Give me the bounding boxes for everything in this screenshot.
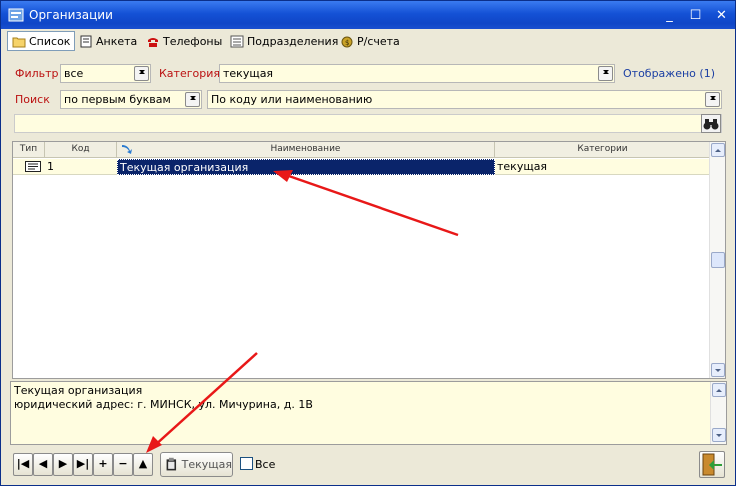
col-category[interactable]: Категории <box>495 142 710 158</box>
window: Организации _ ☐ ✕ Список Анкета Телефоны… <box>0 0 736 486</box>
memo-scrollbar[interactable] <box>710 382 726 444</box>
details-memo[interactable]: Текущая организация юридический адрес: г… <box>10 381 727 445</box>
col-name-label: Наименование <box>270 144 341 154</box>
search-mode-value: по первым буквам <box>64 93 171 106</box>
search-field-select[interactable]: По коду или наименованию <box>207 90 722 109</box>
updown-icon[interactable] <box>185 92 200 107</box>
tab-accounts[interactable]: $ Р/счета <box>336 31 404 51</box>
card-icon <box>25 161 41 172</box>
money-icon: $ <box>341 36 353 47</box>
next-record-button[interactable]: ▶ <box>53 453 73 476</box>
tab-profile-label: Анкета <box>96 34 138 48</box>
all-checkbox[interactable] <box>240 457 253 470</box>
tab-phones-label: Телефоны <box>163 34 223 48</box>
updown-icon[interactable] <box>598 66 613 81</box>
col-name[interactable]: Наименование <box>117 142 495 158</box>
updown-icon[interactable] <box>134 66 149 81</box>
filter-label: Фильтр <box>15 67 59 80</box>
tab-divisions-label: Подразделения <box>247 34 339 48</box>
scroll-thumb[interactable] <box>711 252 725 268</box>
last-record-button[interactable]: ▶| <box>73 453 93 476</box>
category-value: текущая <box>223 67 274 80</box>
row-code-cell: 1 <box>47 160 54 173</box>
organizations-grid[interactable]: Тип Код Наименование Категории 1 Текущая… <box>12 141 726 379</box>
move-up-button[interactable]: ▲ <box>133 453 153 476</box>
tab-accounts-label: Р/счета <box>357 34 400 48</box>
all-checkbox-label: Все <box>255 458 276 471</box>
titlebar: Организации _ ☐ ✕ <box>1 1 735 29</box>
maximize-icon: ☐ <box>689 8 702 23</box>
tab-profile[interactable]: Анкета <box>75 31 141 51</box>
row-type-cell <box>13 159 45 175</box>
memo-address: юридический адрес: г. МИНСК, ул. Мичурин… <box>14 398 313 411</box>
sort-icon <box>122 145 132 154</box>
find-button[interactable] <box>701 114 721 133</box>
scroll-down-icon[interactable] <box>711 363 725 377</box>
tab-list-label: Список <box>29 34 71 48</box>
list-icon <box>230 35 244 47</box>
close-icon: ✕ <box>716 8 727 23</box>
category-label: Категория <box>159 67 220 80</box>
scroll-up-icon[interactable] <box>711 143 725 157</box>
tab-divisions[interactable]: Подразделения <box>226 31 342 51</box>
maximize-button[interactable]: ☐ <box>685 6 706 25</box>
minimize-button[interactable]: _ <box>659 6 680 25</box>
tab-bar: Список Анкета Телефоны Подразделения $ Р… <box>1 29 735 53</box>
tab-phones[interactable]: Телефоны <box>142 31 226 51</box>
row-category-cell: текущая <box>497 160 548 173</box>
prev-record-button[interactable]: ◀ <box>33 453 53 476</box>
minimize-icon: _ <box>666 8 673 23</box>
current-button[interactable]: Текущая <box>160 452 233 477</box>
search-label: Поиск <box>15 93 50 106</box>
phone-icon <box>148 37 158 47</box>
col-code[interactable]: Код <box>45 142 117 158</box>
row-name-cell[interactable]: Текущая организация <box>117 159 495 175</box>
exit-door-icon <box>702 453 722 476</box>
search-mode-select[interactable]: по первым буквам <box>60 90 202 109</box>
grid-header: Тип Код Наименование Категории <box>13 142 710 158</box>
close-button[interactable]: ✕ <box>711 6 732 25</box>
book-icon <box>80 35 92 47</box>
app-icon <box>8 8 24 22</box>
binoculars-icon <box>703 119 719 130</box>
col-type[interactable]: Тип <box>13 142 45 158</box>
clipboard-icon <box>166 457 177 471</box>
exit-button[interactable] <box>699 451 725 478</box>
folder-icon <box>12 37 26 47</box>
search-input[interactable] <box>14 114 722 133</box>
window-title: Организации <box>29 8 113 22</box>
category-select[interactable]: текущая <box>219 64 615 83</box>
first-record-button[interactable]: |◀ <box>13 453 33 476</box>
updown-icon[interactable] <box>705 92 720 107</box>
shown-count: Отображено (1) <box>623 67 715 80</box>
table-row[interactable]: 1 Текущая организация текущая <box>13 159 710 175</box>
filter-select[interactable]: все <box>60 64 151 83</box>
filter-value: все <box>64 67 84 80</box>
scroll-down-icon[interactable] <box>712 428 726 442</box>
svg-text:$: $ <box>345 39 349 47</box>
grid-scrollbar[interactable] <box>709 142 725 378</box>
scroll-up-icon[interactable] <box>712 383 726 397</box>
current-button-label: Текущая <box>181 458 232 471</box>
tab-list[interactable]: Список <box>7 31 76 51</box>
remove-button[interactable]: − <box>113 453 133 476</box>
search-field-value: По коду или наименованию <box>211 93 373 106</box>
memo-name: Текущая организация <box>14 384 143 397</box>
add-button[interactable]: + <box>93 453 113 476</box>
